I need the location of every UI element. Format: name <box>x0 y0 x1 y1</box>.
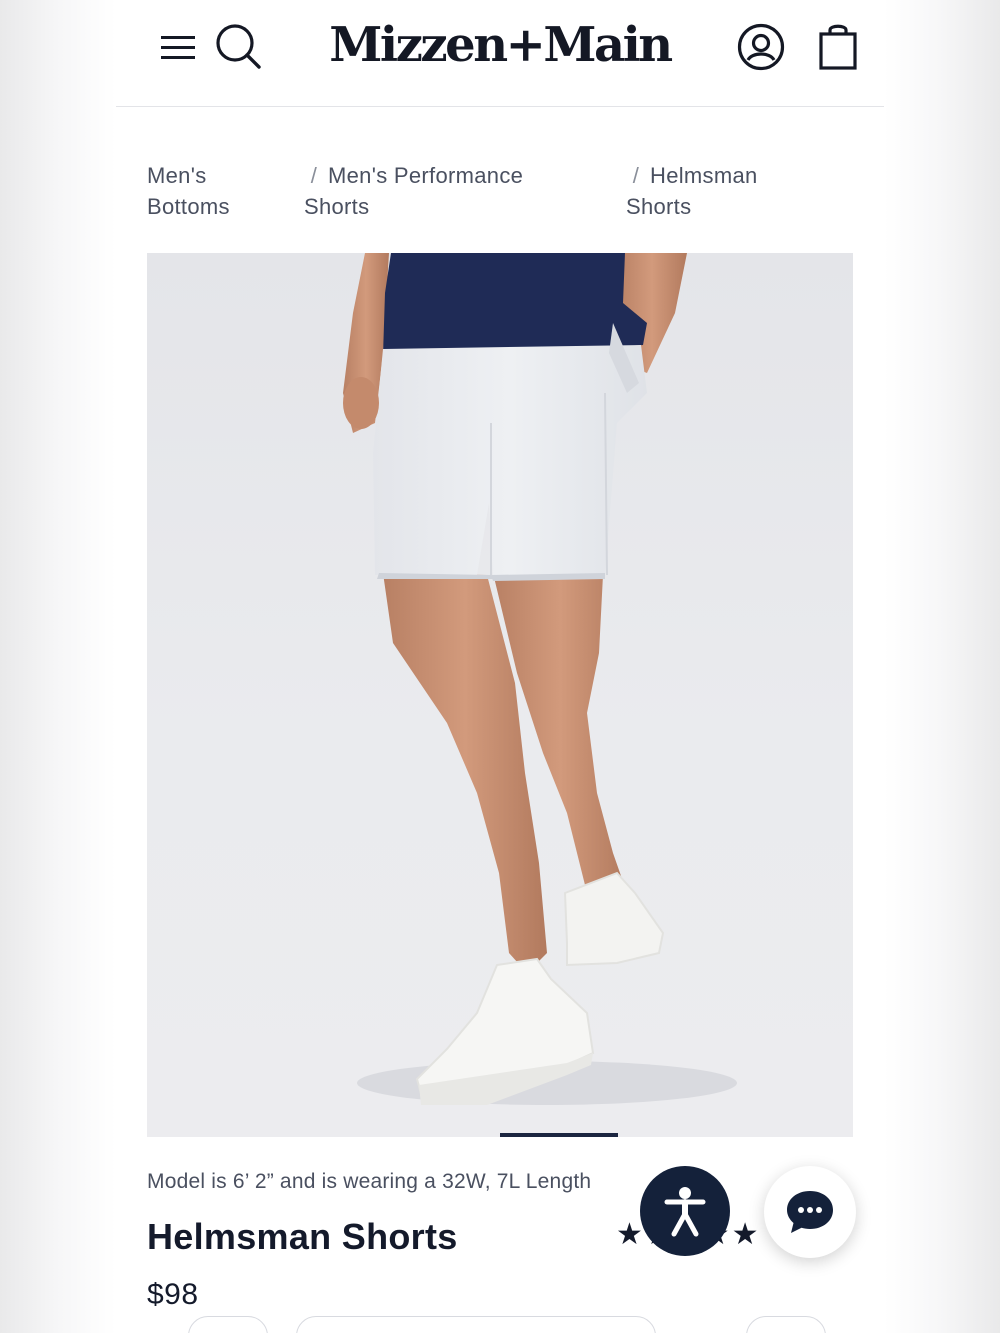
breadcrumb-item-mens-performance-shorts[interactable]: / Men's Performance Shorts <box>304 160 574 222</box>
size-option-row <box>176 1316 836 1333</box>
option-pill[interactable] <box>746 1316 826 1333</box>
star-icon: ★ <box>616 1218 643 1251</box>
account-icon <box>737 23 785 71</box>
breadcrumb-item-mens-bottoms[interactable]: Men's Bottoms <box>147 160 267 222</box>
chat-button[interactable] <box>764 1166 856 1258</box>
model-size-note: Model is 6’ 2” and is wearing a 32W, 7L … <box>147 1170 592 1193</box>
product-page: Mizzen+Main Men's Bottoms / Men's Perform… <box>116 0 884 1333</box>
option-pill[interactable] <box>188 1316 268 1333</box>
product-photo <box>343 253 737 1105</box>
breadcrumb-separator: / <box>310 163 318 188</box>
option-pill[interactable] <box>296 1316 656 1333</box>
site-logo[interactable]: Mizzen+Main <box>316 14 684 76</box>
site-header: Mizzen+Main <box>116 0 884 107</box>
product-image[interactable] <box>147 253 853 1137</box>
cart-button[interactable] <box>814 20 862 72</box>
accessibility-button[interactable] <box>640 1166 730 1256</box>
hamburger-menu-icon <box>161 36 195 59</box>
breadcrumb-item-helmsman-shorts: / Helmsman Shorts <box>626 160 826 222</box>
breadcrumb-label: Men's Performance Shorts <box>304 163 524 219</box>
product-title: Helmsman Shorts <box>147 1216 458 1257</box>
shopping-bag-icon <box>819 24 857 70</box>
accessibility-icon <box>664 1187 706 1237</box>
carousel-indicator[interactable] <box>500 1133 618 1137</box>
breadcrumb: Men's Bottoms / Men's Performance Shorts … <box>116 160 884 230</box>
star-icon: ★ <box>731 1218 759 1251</box>
account-button[interactable] <box>734 20 788 74</box>
menu-button[interactable] <box>156 22 200 68</box>
breadcrumb-label: Men's Bottoms <box>147 163 230 219</box>
chat-bubble-icon <box>787 1191 833 1233</box>
product-price: $98 <box>147 1278 199 1311</box>
search-button[interactable] <box>214 20 264 70</box>
search-icon <box>216 24 261 69</box>
breadcrumb-separator: / <box>632 163 640 188</box>
